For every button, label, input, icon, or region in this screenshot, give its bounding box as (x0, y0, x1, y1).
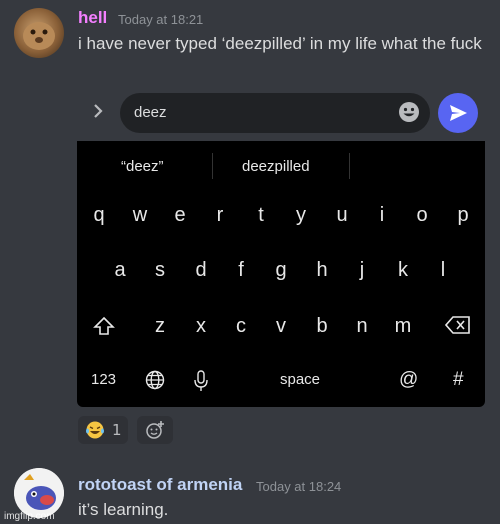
suggestion-2[interactable]: deezpilled (242, 158, 310, 175)
key-j[interactable]: j (347, 259, 377, 282)
globe-key[interactable] (145, 370, 165, 395)
key-h[interactable]: h (307, 259, 337, 282)
laughing-emoji-icon (86, 421, 104, 439)
key-e[interactable]: e (165, 204, 195, 227)
emoji-icon[interactable] (397, 100, 421, 124)
key-l[interactable]: l (428, 259, 458, 282)
key-g[interactable]: g (266, 259, 296, 282)
key-x[interactable]: x (186, 315, 216, 338)
at-key[interactable]: @ (399, 369, 418, 391)
space-key[interactable]: space (280, 371, 320, 388)
username[interactable]: hell (78, 8, 107, 28)
key-o[interactable]: o (407, 204, 437, 227)
key-c[interactable]: c (226, 315, 256, 338)
add-reaction-button[interactable] (137, 416, 173, 444)
key-k[interactable]: k (388, 259, 418, 282)
key-d[interactable]: d (186, 259, 216, 282)
mobile-keyboard: “deez” deezpilled q w e r t y u i o p a … (77, 141, 485, 407)
key-b[interactable]: b (307, 315, 337, 338)
key-t[interactable]: t (246, 204, 276, 227)
microphone-icon (194, 370, 208, 391)
suggestion-divider (349, 153, 350, 179)
suggestion-divider (212, 153, 213, 179)
message-text: it’s learning. (78, 500, 169, 519)
shift-icon (93, 316, 115, 335)
key-y[interactable]: y (286, 204, 316, 227)
message-input-value[interactable]: deez (134, 104, 167, 121)
message-text: i have never typed ‘deezpilled’ in my li… (78, 34, 482, 53)
numbers-key[interactable]: 123 (91, 371, 116, 388)
backspace-key[interactable] (443, 315, 473, 341)
key-q[interactable]: q (84, 204, 114, 227)
backspace-icon (444, 316, 470, 334)
key-w[interactable]: w (125, 204, 155, 227)
key-r[interactable]: r (205, 204, 235, 227)
add-reaction-icon (146, 421, 164, 439)
microphone-key[interactable] (193, 370, 209, 397)
key-s[interactable]: s (145, 259, 175, 282)
key-p[interactable]: p (448, 204, 478, 227)
send-icon (450, 105, 467, 121)
suggestion-1[interactable]: “deez” (121, 158, 164, 175)
key-m[interactable]: m (388, 315, 418, 338)
timestamp: Today at 18:21 (118, 12, 204, 27)
username[interactable]: rototoast of armenia (78, 475, 242, 495)
reaction-count: 1 (112, 421, 122, 439)
key-a[interactable]: a (105, 259, 135, 282)
globe-icon (145, 370, 165, 390)
key-n[interactable]: n (347, 315, 377, 338)
key-u[interactable]: u (327, 204, 357, 227)
key-z[interactable]: z (145, 315, 175, 338)
user-avatar-hell[interactable] (14, 8, 64, 58)
key-f[interactable]: f (226, 259, 256, 282)
send-button[interactable] (438, 93, 478, 133)
key-v[interactable]: v (266, 315, 296, 338)
chevron-right-icon[interactable] (92, 103, 104, 124)
shift-key[interactable] (89, 315, 119, 343)
timestamp: Today at 18:24 (256, 479, 342, 494)
key-i[interactable]: i (367, 204, 397, 227)
watermark: imgflip.com (4, 511, 55, 522)
hash-key[interactable]: # (453, 369, 464, 391)
